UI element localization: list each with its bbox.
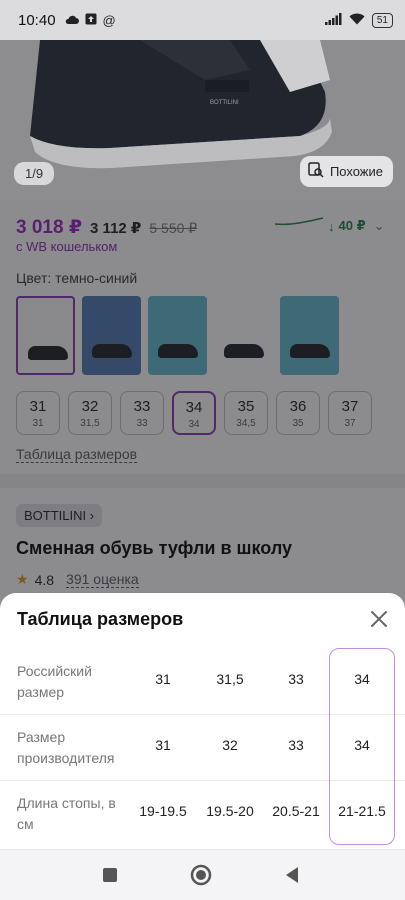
size-option[interactable]: 37 37 bbox=[328, 391, 372, 435]
price-old: 5 550 ₽ bbox=[149, 220, 198, 236]
battery-indicator: 51 bbox=[371, 12, 393, 28]
star-icon: ★ bbox=[16, 571, 29, 587]
product-details: 3 018 ₽ 3 112 ₽ 5 550 ₽ с WB кошельком ↓… bbox=[0, 198, 405, 598]
chevron-down-icon: ⌄ bbox=[373, 218, 385, 233]
color-thumbnails bbox=[16, 296, 339, 375]
table-cell: 21-21.5 bbox=[338, 803, 386, 819]
color-thumbnail[interactable] bbox=[280, 296, 339, 375]
status-time: 10:40 bbox=[18, 11, 56, 29]
rating: ★ 4.8 391 оценка bbox=[16, 571, 139, 588]
status-bar: 10:40 @ 51 bbox=[0, 0, 405, 40]
product-gallery[interactable]: BOTTILINI 1/9 Похожие bbox=[0, 40, 405, 198]
table-cell: 33 bbox=[288, 671, 304, 687]
upload-icon bbox=[85, 13, 97, 27]
table-cell: 34 bbox=[354, 737, 370, 753]
section-divider bbox=[0, 474, 405, 488]
nav-recents-icon[interactable] bbox=[102, 867, 118, 888]
color-line: Цвет: темно-синий bbox=[16, 270, 137, 286]
svg-text:BOTTILINI: BOTTILINI bbox=[210, 100, 239, 106]
table-cell: 33 bbox=[288, 737, 304, 753]
table-cell: 31 bbox=[155, 671, 171, 687]
price-main: 3 018 ₽ bbox=[16, 217, 83, 238]
rating-value: 4.8 bbox=[34, 571, 55, 588]
at-icon: @ bbox=[102, 12, 116, 28]
table-row: Размер производителя 31 32 33 34 bbox=[0, 715, 405, 781]
similar-button[interactable]: Похожие bbox=[299, 156, 393, 187]
size-option[interactable]: 35 34,5 bbox=[224, 391, 268, 435]
reviews-link[interactable]: 391 оценка bbox=[66, 571, 139, 588]
similar-label: Похожие bbox=[329, 164, 383, 179]
table-cell: 34 bbox=[354, 671, 370, 687]
wifi-icon bbox=[349, 13, 365, 27]
brand-name: BOTTILINI bbox=[24, 508, 87, 523]
search-image-icon bbox=[308, 162, 324, 181]
color-thumbnail[interactable] bbox=[148, 296, 207, 375]
price-trend-line bbox=[275, 217, 323, 226]
chevron-right-icon: › bbox=[89, 508, 95, 523]
size-table-sheet: Таблица размеров Российский размер 31 31… bbox=[0, 593, 405, 849]
size-selector: 31 31 32 31,5 33 33 34 34 35 34,5 36 35 37 37 bbox=[16, 391, 372, 435]
nav-home-icon[interactable] bbox=[190, 864, 212, 891]
wallet-note: с WB кошельком bbox=[16, 239, 118, 254]
brand-chip[interactable]: BOTTILINI › bbox=[16, 504, 103, 527]
nav-back-icon[interactable] bbox=[284, 866, 300, 889]
table-row: Российский размер 31 31,5 33 34 bbox=[0, 649, 405, 715]
size-option-selected[interactable]: 34 34 bbox=[172, 391, 216, 435]
size-option[interactable]: 32 31,5 bbox=[68, 391, 112, 435]
price-wallet: 3 112 ₽ bbox=[90, 220, 142, 237]
table-cell: 31 bbox=[155, 737, 171, 753]
gallery-counter: 1/9 bbox=[14, 162, 55, 185]
table-cell: 32 bbox=[222, 737, 238, 753]
row-label: Размер производителя bbox=[17, 729, 115, 766]
price-drop-value: 40 ₽ bbox=[338, 218, 366, 233]
color-label: Цвет: bbox=[16, 270, 52, 286]
signal-icon bbox=[324, 13, 342, 27]
product-title: Сменная обувь туфли в школу bbox=[16, 538, 293, 558]
size-option[interactable]: 36 35 bbox=[276, 391, 320, 435]
color-value: темно-синий bbox=[55, 270, 138, 286]
table-cell: 19-19.5 bbox=[139, 803, 187, 819]
size-option[interactable]: 33 33 bbox=[120, 391, 164, 435]
arrow-down-icon: ↓ bbox=[328, 218, 335, 234]
close-icon[interactable] bbox=[367, 607, 391, 631]
color-thumbnail[interactable] bbox=[82, 296, 141, 375]
row-label: Длина стопы, в см bbox=[17, 795, 116, 832]
table-cell: 20.5-21 bbox=[272, 803, 320, 819]
table-cell: 19.5-20 bbox=[206, 803, 254, 819]
system-nav-bar bbox=[0, 849, 405, 900]
size-option[interactable]: 31 31 bbox=[16, 391, 60, 435]
cloud-icon bbox=[64, 14, 79, 27]
row-label: Российский размер bbox=[17, 663, 92, 700]
size-table-link[interactable]: Таблица размеров bbox=[16, 446, 138, 463]
sheet-title: Таблица размеров bbox=[17, 609, 184, 629]
table-cell: 31,5 bbox=[216, 671, 244, 687]
color-thumbnail[interactable] bbox=[214, 296, 273, 375]
table-row: Длина стопы, в см 19-19.5 19.5-20 20.5-2… bbox=[0, 781, 405, 847]
color-thumbnail[interactable] bbox=[16, 296, 75, 375]
price-drop[interactable]: ↓ 40 ₽ ⌄ bbox=[328, 218, 385, 234]
